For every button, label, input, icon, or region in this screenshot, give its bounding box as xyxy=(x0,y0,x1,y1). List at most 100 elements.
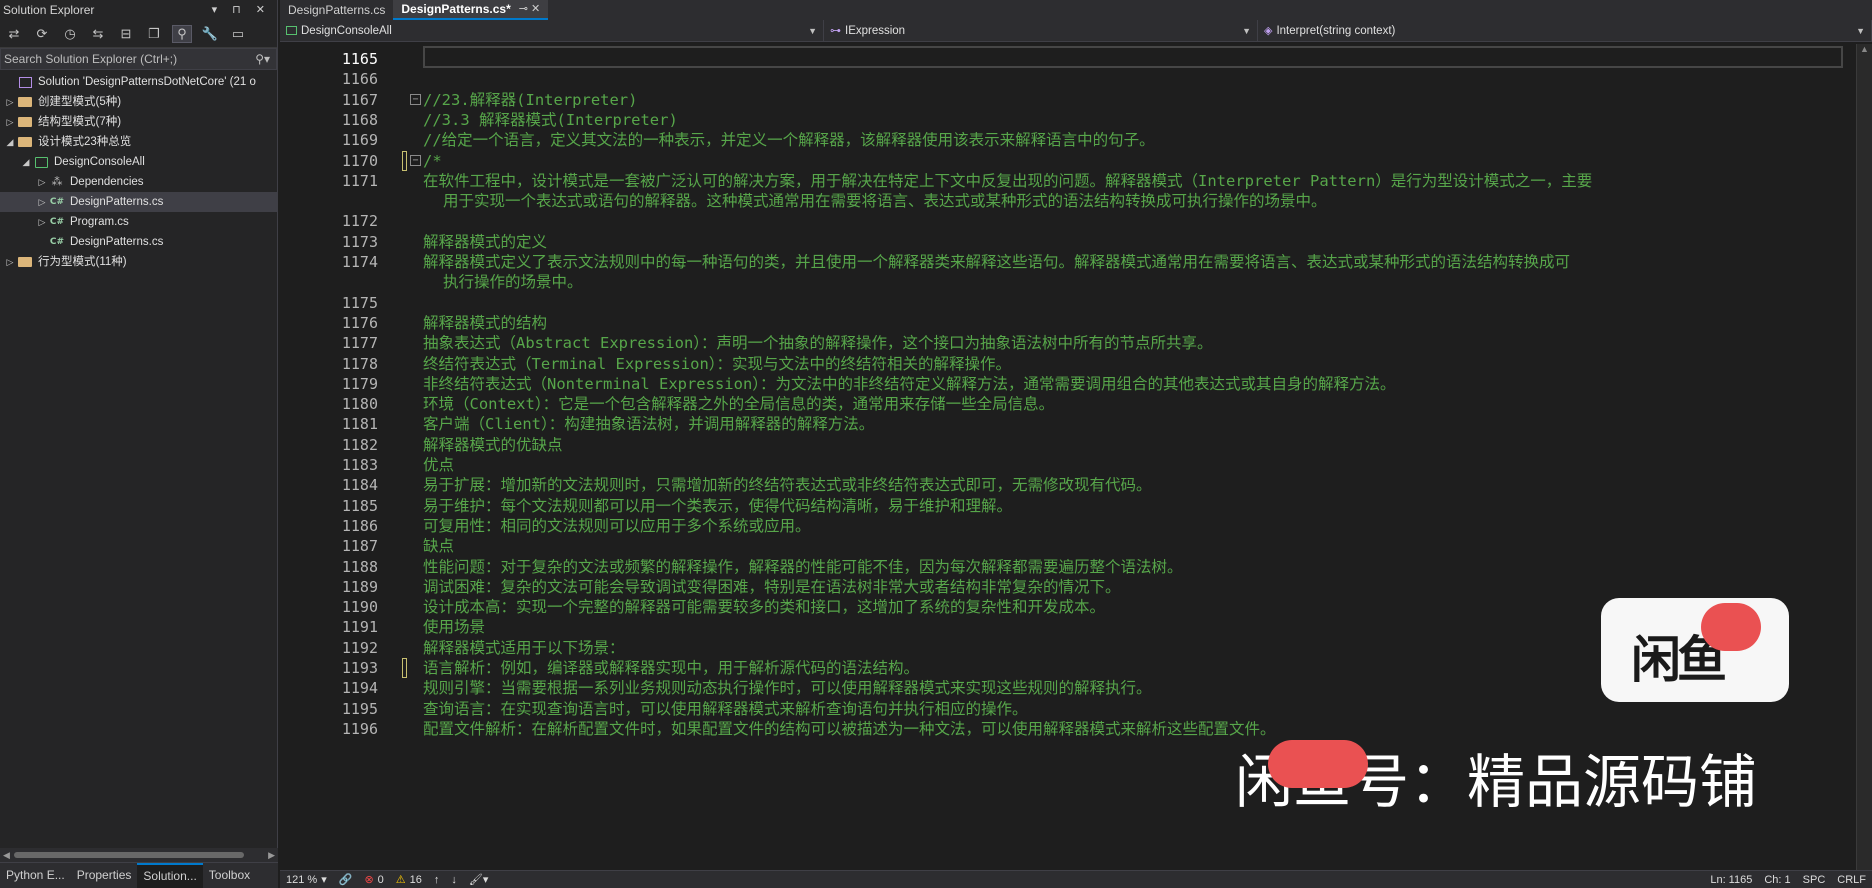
chevron-down-icon: ▼ xyxy=(1242,25,1251,36)
history-icon[interactable]: ◷ xyxy=(60,26,80,42)
editor-status-bar: 121 % ▾ 🔗 ⊗ 0 ⚠ 16 ↑ ↓ 🖌▾ Ln: 1165 Ch: 1 SP… xyxy=(280,870,1872,888)
tree-item[interactable]: Solution 'DesignPatternsDotNetCore' (21 … xyxy=(0,72,277,92)
tree-item[interactable]: ▷ ⁂ Dependencies xyxy=(0,172,277,192)
solution-explorer-toolbar: ⇄ ⟳ ◷ ⇆ ⊟ ❐ ⚲ 🔧 ▭ xyxy=(0,20,277,48)
dependencies-icon: ⁂ xyxy=(51,176,63,188)
tree-item[interactable]: ▷ 创建型模式(5种) xyxy=(0,92,277,112)
chevron-down-icon: ▾ xyxy=(321,874,327,886)
error-count-value: 0 xyxy=(377,873,384,886)
horizontal-scrollbar[interactable]: ◀ ▶ xyxy=(0,848,278,862)
vertical-scrollbar[interactable]: ▲ xyxy=(1856,44,1872,870)
tree-item-label: 行为型模式(11种) xyxy=(38,256,127,268)
project-dropdown[interactable]: DesignConsoleAll ▼ xyxy=(280,20,824,41)
tool-window-tab[interactable]: Properties xyxy=(71,863,138,888)
expand-arrow-icon[interactable]: ▷ xyxy=(4,92,16,112)
solution-search-input[interactable]: Search Solution Explorer (Ctrl+;) ⚲▾ xyxy=(0,48,277,70)
collapse-region-icon[interactable]: − xyxy=(410,93,421,105)
back-forward-icon[interactable]: ⇆ xyxy=(88,26,108,42)
code-line[interactable]: 执行操作的场景中。 xyxy=(443,270,583,294)
tree-item[interactable]: ◢ DesignConsoleAll xyxy=(0,152,277,172)
copilot-icon[interactable]: 🔗 xyxy=(333,873,359,886)
indentation-mode[interactable]: SPC xyxy=(1797,874,1832,886)
search-icon[interactable]: ⚲▾ xyxy=(255,52,270,66)
scrollbar-thumb[interactable] xyxy=(14,852,244,858)
code-cleanup-icon[interactable]: 🖌▾ xyxy=(463,873,495,886)
previous-issue-icon[interactable]: ↑ xyxy=(428,874,446,886)
zoom-level[interactable]: 121 % ▾ xyxy=(280,873,333,887)
scroll-left-icon[interactable]: ◀ xyxy=(3,848,10,862)
tree-item-label: DesignConsoleAll xyxy=(54,156,145,168)
scroll-right-icon[interactable]: ▶ xyxy=(268,848,275,862)
solution-tree: Solution 'DesignPatternsDotNetCore' (21 … xyxy=(0,70,277,272)
properties-icon[interactable]: 🔧 xyxy=(200,26,220,42)
tool-window-tab[interactable]: Toolbox xyxy=(203,863,256,888)
tree-item-label: 设计模式23种总览 xyxy=(38,136,132,148)
tree-item-label: Program.cs xyxy=(70,216,129,228)
method-icon: ◈ xyxy=(1264,25,1273,37)
tree-item-label: DesignPatterns.cs xyxy=(70,196,164,208)
warning-count-value: 16 xyxy=(409,873,422,886)
tool-window-tab[interactable]: Solution... xyxy=(137,863,203,888)
expand-arrow-icon[interactable]: ▷ xyxy=(4,252,16,272)
filter-icon[interactable]: ⚲ xyxy=(172,24,192,43)
chevron-down-icon: ▼ xyxy=(808,25,817,36)
csharp-file-icon: C# xyxy=(49,197,65,207)
tab-designpatterns-modified[interactable]: DesignPatterns.cs* ⊸ ✕ xyxy=(393,0,549,20)
tab-label: DesignPatterns.cs xyxy=(288,3,386,17)
tree-item[interactable]: ▷ C# DesignPatterns.cs xyxy=(0,192,277,212)
tree-item-label: Dependencies xyxy=(70,176,144,188)
expand-arrow-icon[interactable]: ▷ xyxy=(4,112,16,132)
tree-item[interactable]: C# DesignPatterns.cs xyxy=(0,232,277,252)
type-name: IExpression xyxy=(845,24,906,37)
tool-window-tabs: Python E... Properties Solution... Toolbox xyxy=(0,862,278,888)
code-line[interactable]: //给定一个语言，定义其文法的一种表示，并定义一个解释器，该解释器使用该表示来解… xyxy=(423,128,1155,152)
type-dropdown[interactable]: ⊶ IExpression ▼ xyxy=(824,20,1258,41)
error-count[interactable]: ⊗ 0 xyxy=(358,873,389,887)
scroll-up-icon[interactable]: ▲ xyxy=(1857,44,1872,54)
line-endings[interactable]: CRLF xyxy=(1831,874,1872,886)
tree-item[interactable]: ◢ 设计模式23种总览 xyxy=(0,132,277,152)
expand-arrow-icon[interactable]: ◢ xyxy=(4,132,16,152)
solution-search-placeholder: Search Solution Explorer (Ctrl+;) xyxy=(4,52,178,66)
pending-changes-icon[interactable]: ⟳ xyxy=(32,26,52,42)
current-line-highlight xyxy=(423,46,1843,68)
solution-icon xyxy=(16,75,34,89)
folder-icon xyxy=(16,255,34,269)
collapse-region-icon[interactable]: − xyxy=(410,154,421,166)
navigation-bar: DesignConsoleAll ▼ ⊶ IExpression ▼ ◈ Inter… xyxy=(280,20,1872,42)
sync-icon[interactable]: ⇄ xyxy=(4,26,24,42)
folder-icon xyxy=(16,135,34,149)
expand-arrow-icon[interactable]: ▷ xyxy=(36,172,48,192)
interface-icon: ⊶ xyxy=(830,25,841,37)
expand-arrow-icon[interactable]: ▷ xyxy=(36,212,48,232)
panel-window-controls[interactable]: ▾ ⊓ ✕ xyxy=(212,0,277,20)
watermark-red-blob xyxy=(1268,740,1368,788)
tab-designpatterns-saved[interactable]: DesignPatterns.cs xyxy=(280,0,393,20)
expand-arrow-icon[interactable]: ▷ xyxy=(36,192,48,212)
warning-count[interactable]: ⚠ 16 xyxy=(390,873,428,887)
member-dropdown[interactable]: ◈ Interpret(string context) ▼ xyxy=(1258,20,1872,41)
next-issue-icon[interactable]: ↓ xyxy=(445,874,463,886)
column-number[interactable]: Ch: 1 xyxy=(1758,874,1796,886)
code-line[interactable]: 配置文件解析：在解析配置文件时，如果配置文件的结构可以被描述为一种文法，可以使用… xyxy=(423,717,1276,741)
tree-item[interactable]: ▷ 行为型模式(11种) xyxy=(0,252,277,272)
code-line[interactable]: 可复用性：相同的文法规则可以应用于多个系统或应用。 xyxy=(423,514,811,538)
collapse-all-icon[interactable]: ⊟ xyxy=(116,26,136,42)
change-marker xyxy=(402,150,407,171)
folder-icon xyxy=(16,115,34,129)
tree-item[interactable]: ▷ C# Program.cs xyxy=(0,212,277,232)
code-line[interactable]: 用于实现一个表达式或语句的解释器。这种模式通常用在需要将语言、表达式或某种形式的… xyxy=(443,189,1327,213)
line-number[interactable]: Ln: 1165 xyxy=(1704,874,1758,886)
show-all-files-icon[interactable]: ❐ xyxy=(144,26,164,42)
preview-icon[interactable]: ▭ xyxy=(228,26,248,42)
tab-label: DesignPatterns.cs* xyxy=(401,2,511,16)
expand-arrow-icon[interactable]: ◢ xyxy=(20,152,32,172)
tree-item[interactable]: ▷ 结构型模式(7种) xyxy=(0,112,277,132)
watermark-red-blob xyxy=(1701,603,1761,651)
tool-window-tab[interactable]: Python E... xyxy=(0,863,71,888)
zoom-value: 121 % xyxy=(286,873,318,886)
code-line[interactable]: 设计成本高：实现一个完整的解释器可能需要较多的类和接口，这增加了系统的复杂性和开… xyxy=(423,595,1105,619)
code-line[interactable]: 解释器模式定义了表示文法规则中的每一种语句的类，并且使用一个解释器类来解释这些语… xyxy=(423,250,1570,274)
document-tabs: DesignPatterns.cs DesignPatterns.cs* ⊸ ✕ xyxy=(280,0,1872,20)
pin-close-icon[interactable]: ⊸ ✕ xyxy=(519,0,541,19)
